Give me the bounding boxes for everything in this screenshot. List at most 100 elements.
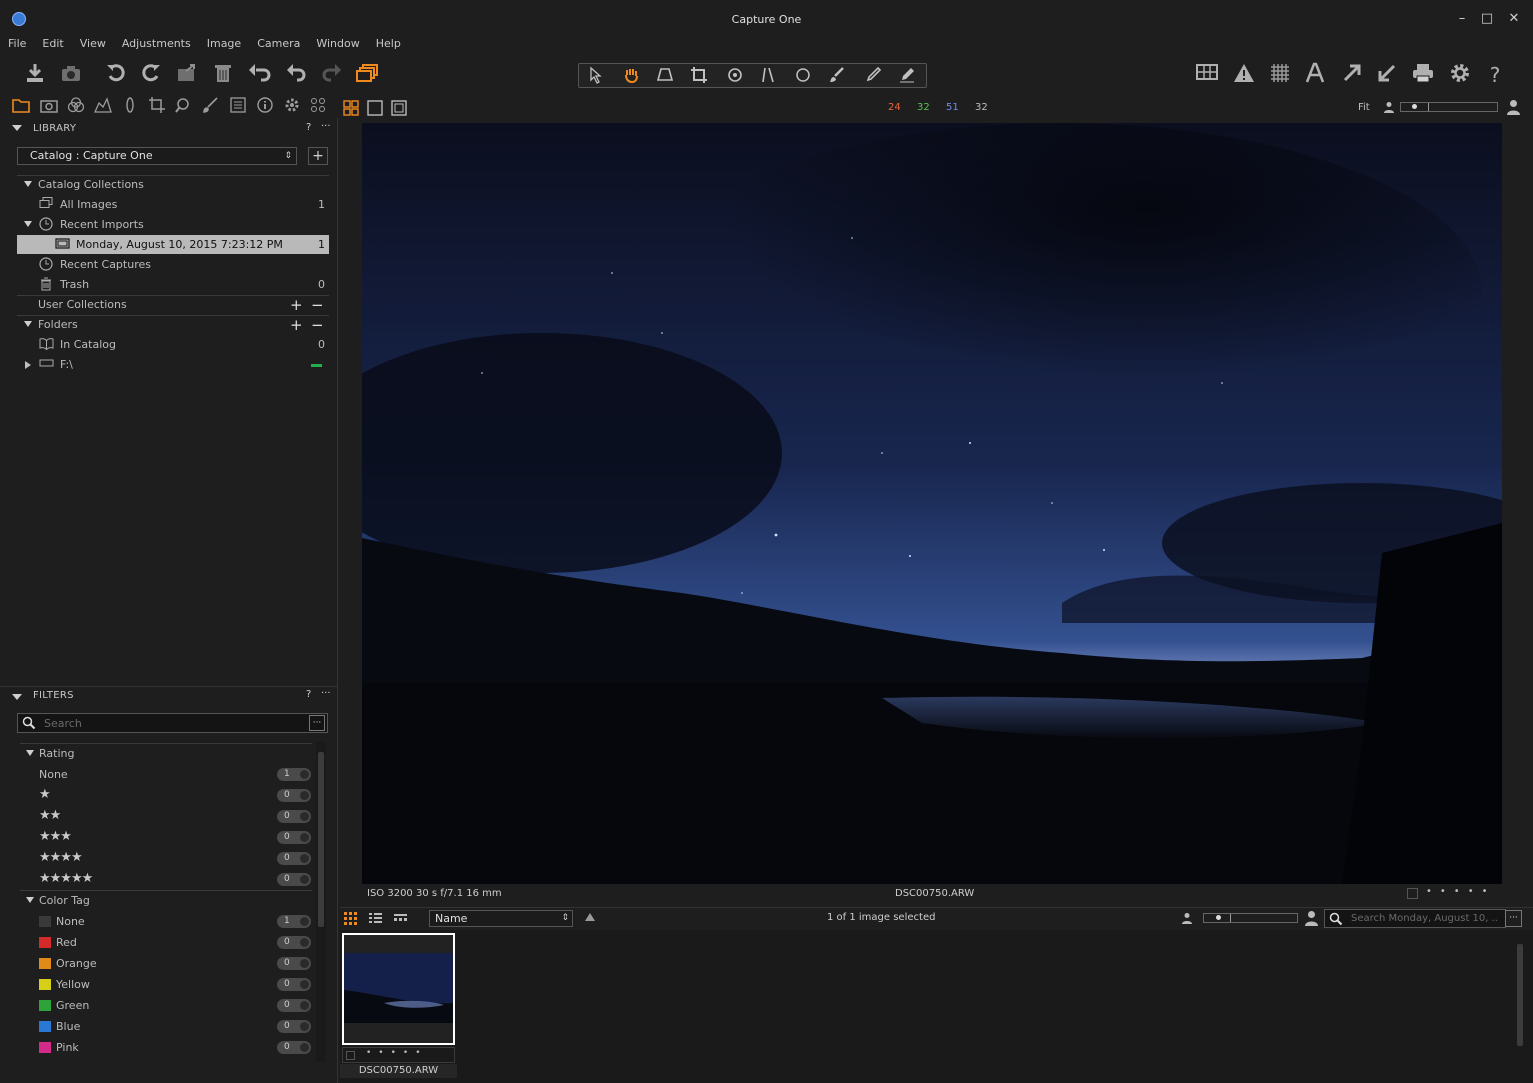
library-more-icon[interactable]: ··· xyxy=(321,121,331,132)
batch-tab-icon[interactable] xyxy=(308,97,330,119)
thumbnail-color-tag-box[interactable] xyxy=(346,1051,355,1060)
scrollbar-thumb[interactable] xyxy=(1517,944,1523,1046)
trash-icon[interactable] xyxy=(210,62,236,88)
keystone-icon[interactable] xyxy=(651,66,679,86)
catalog-select[interactable]: Catalog : Capture One ⇕ xyxy=(17,147,297,165)
rotate-icon[interactable] xyxy=(721,66,749,86)
search-options-icon[interactable]: ··· xyxy=(309,715,325,731)
remove-collection-icon[interactable]: − xyxy=(311,296,324,314)
remove-folder-icon[interactable]: − xyxy=(311,316,324,334)
proof-view-icon[interactable] xyxy=(391,100,407,119)
recent-imports-row[interactable]: Recent Imports xyxy=(17,215,329,235)
catalog-collections-row[interactable]: Catalog Collections xyxy=(17,175,329,195)
undo-icon[interactable] xyxy=(283,62,309,88)
color-tag-filter-row[interactable]: Orange 0 xyxy=(20,953,312,974)
filter-toggle[interactable]: 1 xyxy=(277,768,311,781)
filters-scrollbar[interactable] xyxy=(316,742,326,1062)
filter-toggle[interactable]: 0 xyxy=(277,978,311,991)
library-tab-icon[interactable] xyxy=(10,97,32,119)
color-tab-icon[interactable] xyxy=(65,97,87,119)
add-collection-icon[interactable]: + xyxy=(290,296,303,314)
filter-toggle[interactable]: 0 xyxy=(277,852,311,865)
expand-arrow-icon[interactable] xyxy=(26,897,34,903)
color-tag-filter-row[interactable]: Blue 0 xyxy=(20,1016,312,1037)
filter-toggle[interactable]: 0 xyxy=(277,831,311,844)
undo-all-icon[interactable] xyxy=(246,62,272,88)
color-tag-filter-row[interactable]: None 1 xyxy=(20,911,312,932)
folders-row[interactable]: Folders + − xyxy=(17,315,329,335)
recent-captures-row[interactable]: Recent Captures xyxy=(17,255,329,275)
all-images-row[interactable]: All Images 1 xyxy=(17,195,329,215)
rating-filter-row[interactable]: ★★★★ 0 xyxy=(20,848,312,869)
user-collections-row[interactable]: User Collections + − xyxy=(17,295,329,315)
zoom-slider[interactable] xyxy=(1400,102,1498,112)
menu-view[interactable]: View xyxy=(80,36,106,52)
brush-icon[interactable] xyxy=(823,66,851,86)
trash-row[interactable]: Trash 0 xyxy=(17,275,329,295)
text-icon[interactable] xyxy=(1303,62,1329,88)
filter-toggle[interactable]: 0 xyxy=(277,957,311,970)
thumb-size-small-icon[interactable] xyxy=(1181,912,1193,927)
rating-filter-row[interactable]: None 1 xyxy=(20,764,312,785)
single-view-icon[interactable] xyxy=(367,100,383,119)
color-tag-filter-row[interactable]: Yellow 0 xyxy=(20,974,312,995)
filter-toggle[interactable]: 0 xyxy=(277,936,311,949)
picker-icon[interactable] xyxy=(859,66,887,86)
filter-toggle[interactable]: 1 xyxy=(277,915,311,928)
browser-list-icon[interactable] xyxy=(368,911,383,929)
adjustments-tab-icon[interactable] xyxy=(200,97,222,119)
filter-toggle[interactable]: 0 xyxy=(277,810,311,823)
output-tab-icon[interactable] xyxy=(281,97,303,119)
close-button[interactable]: ✕ xyxy=(1503,10,1525,28)
grid-icon[interactable] xyxy=(1194,62,1220,88)
thumbnail-rating-dots[interactable]: ••••• xyxy=(366,1048,428,1058)
minimize-button[interactable]: – xyxy=(1451,10,1473,28)
lens-tab-icon[interactable] xyxy=(119,97,141,119)
import-icon[interactable] xyxy=(22,62,48,88)
filters-collapse-icon[interactable] xyxy=(12,694,22,700)
capture-tab-icon[interactable] xyxy=(38,97,60,119)
filter-toggle[interactable]: 0 xyxy=(277,1020,311,1033)
expand-arrow-icon[interactable] xyxy=(24,321,32,327)
rating-filter-row[interactable]: ★★★ 0 xyxy=(20,827,312,848)
help-icon[interactable]: ? xyxy=(1482,62,1508,88)
composition-tab-icon[interactable] xyxy=(146,97,168,119)
thumbnail-size-slider[interactable] xyxy=(1203,913,1298,923)
import-session-row[interactable]: Monday, August 10, 2015 7:23:12 PM 1 xyxy=(17,235,329,254)
thumbnail[interactable] xyxy=(342,933,455,1045)
expand-arrow-icon[interactable] xyxy=(24,221,32,227)
sort-select[interactable]: Name ⇕ xyxy=(429,910,573,927)
rating-filter-header[interactable]: Rating xyxy=(20,743,312,764)
move-to-folder-icon[interactable] xyxy=(174,62,200,88)
rating-filter-row[interactable]: ★★★★★ 0 xyxy=(20,869,312,890)
pan-icon[interactable] xyxy=(617,66,645,86)
color-tag-filter-row[interactable]: Pink 0 xyxy=(20,1037,312,1058)
color-tag-box[interactable] xyxy=(1407,888,1418,899)
eraser-icon[interactable] xyxy=(893,66,921,86)
exposure-tab-icon[interactable] xyxy=(92,97,114,119)
sort-direction-icon[interactable] xyxy=(585,913,595,921)
library-collapse-icon[interactable] xyxy=(12,125,22,131)
zoom-out-icon[interactable] xyxy=(1383,101,1395,116)
menu-window[interactable]: Window xyxy=(316,36,359,52)
browser-grid-icon[interactable] xyxy=(343,911,358,929)
filter-search-input[interactable]: Search ··· xyxy=(17,713,328,733)
menu-image[interactable]: Image xyxy=(207,36,241,52)
filter-toggle[interactable]: 0 xyxy=(277,999,311,1012)
zoom-in-icon[interactable] xyxy=(1506,99,1521,118)
browser-search-input[interactable]: Search Monday, August 10, .. xyxy=(1324,909,1506,928)
filter-toggle[interactable]: 0 xyxy=(277,1041,311,1054)
maximize-button[interactable]: □ xyxy=(1476,10,1498,28)
menu-file[interactable]: File xyxy=(8,36,26,52)
grid-view-icon[interactable] xyxy=(343,100,359,119)
exposure-warning-icon[interactable] xyxy=(1231,62,1257,88)
thumb-size-large-icon[interactable] xyxy=(1304,910,1319,929)
filter-toggle[interactable]: 0 xyxy=(277,789,311,802)
menu-help[interactable]: Help xyxy=(376,36,401,52)
crop-icon[interactable] xyxy=(685,66,713,86)
camera-icon[interactable] xyxy=(58,62,84,88)
library-help-icon[interactable]: ? xyxy=(306,122,311,133)
details-tab-icon[interactable] xyxy=(173,97,195,119)
print-icon[interactable] xyxy=(1410,62,1436,88)
variants-icon[interactable] xyxy=(354,62,380,88)
